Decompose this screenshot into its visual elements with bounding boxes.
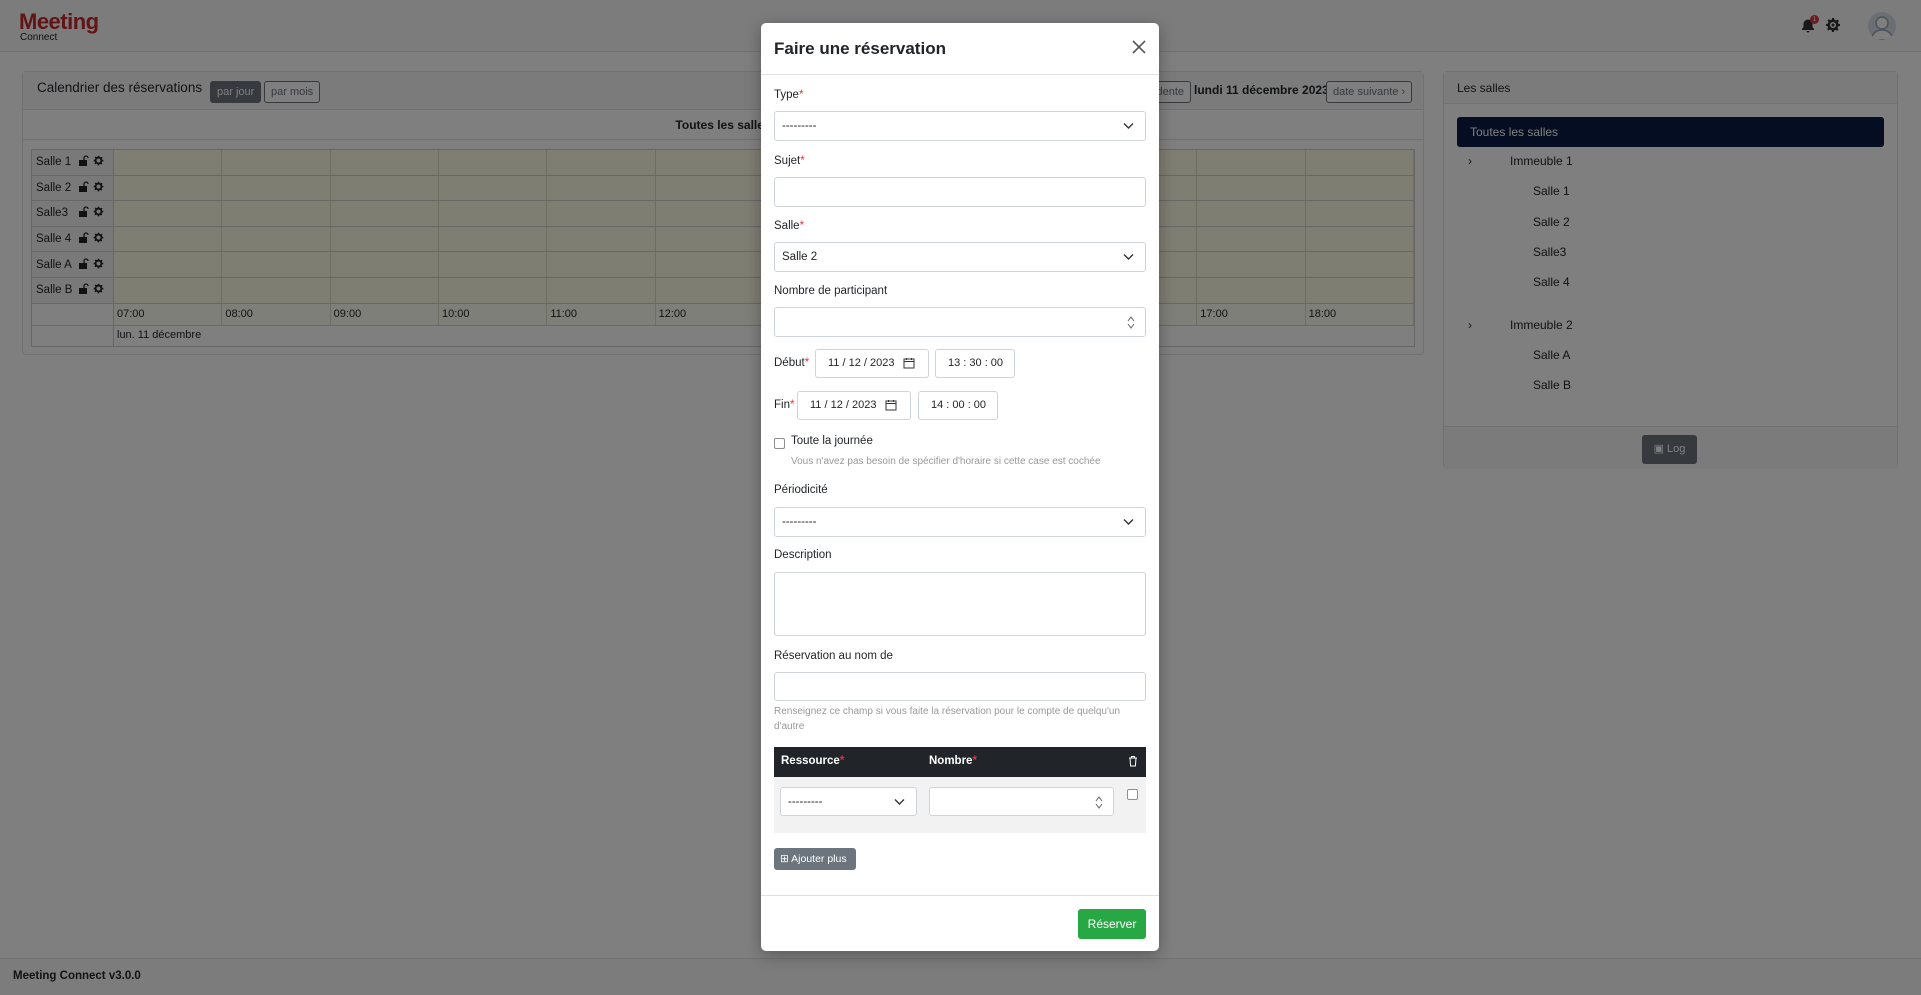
spinner-icon[interactable] xyxy=(1094,794,1104,811)
description-label: Description xyxy=(774,549,832,561)
resources-table: Ressource* Nombre* --------- xyxy=(774,747,1146,833)
room-select[interactable]: Salle 2 xyxy=(774,242,1146,272)
chevron-down-icon xyxy=(1123,254,1134,260)
periodicity-label: Périodicité xyxy=(774,484,828,496)
end-date-input[interactable]: 11 / 12 / 2023 xyxy=(797,391,911,420)
start-label: Début* xyxy=(774,357,810,369)
resource-delete-checkbox[interactable] xyxy=(1127,789,1138,800)
spinner-icon[interactable] xyxy=(1126,314,1136,331)
allday-help: Vous n'avez pas besoin de spécifier d'ho… xyxy=(791,456,1101,467)
periodicity-value: --------- xyxy=(782,516,817,528)
start-time-input[interactable]: 13 : 30 : 00 xyxy=(935,349,1015,378)
plus-square-icon: ⊞ xyxy=(780,853,789,865)
resource-row: --------- xyxy=(774,777,1146,833)
close-icon[interactable] xyxy=(1131,39,1147,55)
chevron-down-icon xyxy=(1123,123,1134,129)
subject-label: Sujet* xyxy=(774,155,805,167)
resource-header: Ressource* xyxy=(781,755,845,767)
subject-input[interactable] xyxy=(774,177,1146,207)
allday-label: Toute la journée xyxy=(791,435,873,447)
room-label: Salle* xyxy=(774,220,805,232)
add-more-button[interactable]: ⊞ Ajouter plus xyxy=(774,848,856,870)
trash-icon xyxy=(1129,756,1137,767)
end-label: Fin* xyxy=(774,399,795,411)
modal-header: Faire une réservation xyxy=(761,23,1159,75)
type-value: --------- xyxy=(782,120,817,132)
chevron-down-icon xyxy=(1123,519,1134,525)
calendar-icon[interactable] xyxy=(903,357,915,369)
periodicity-select[interactable]: --------- xyxy=(774,507,1146,537)
end-time-input[interactable]: 14 : 00 : 00 xyxy=(918,391,998,420)
onbehalf-input[interactable] xyxy=(774,672,1146,701)
onbehalf-label: Réservation au nom de xyxy=(774,650,893,662)
type-select[interactable]: --------- xyxy=(774,111,1146,141)
calendar-icon[interactable] xyxy=(885,399,897,411)
resource-select[interactable]: --------- xyxy=(780,787,917,816)
room-value: Salle 2 xyxy=(782,251,818,263)
resource-count-input[interactable] xyxy=(929,787,1114,816)
resource-value: --------- xyxy=(788,796,823,808)
type-label: Type* xyxy=(774,89,804,101)
modal-title: Faire une réservation xyxy=(774,39,946,58)
onbehalf-help: Renseignez ce champ si vous faite la rés… xyxy=(774,706,1121,732)
start-date-input[interactable]: 11 / 12 / 2023 xyxy=(815,349,929,378)
modal-footer: Réserver xyxy=(761,895,1159,951)
allday-checkbox[interactable] xyxy=(774,438,785,449)
description-textarea[interactable] xyxy=(774,572,1146,636)
reserve-button[interactable]: Réserver xyxy=(1078,909,1146,939)
reservation-modal: Faire une réservation Type* --------- Su… xyxy=(761,23,1159,951)
resources-header: Ressource* Nombre* xyxy=(774,747,1146,777)
participants-label: Nombre de participant xyxy=(774,285,888,297)
add-more-label: Ajouter plus xyxy=(791,853,847,865)
chevron-down-icon xyxy=(894,799,905,805)
participants-input[interactable] xyxy=(774,307,1146,337)
count-header: Nombre* xyxy=(929,755,977,767)
